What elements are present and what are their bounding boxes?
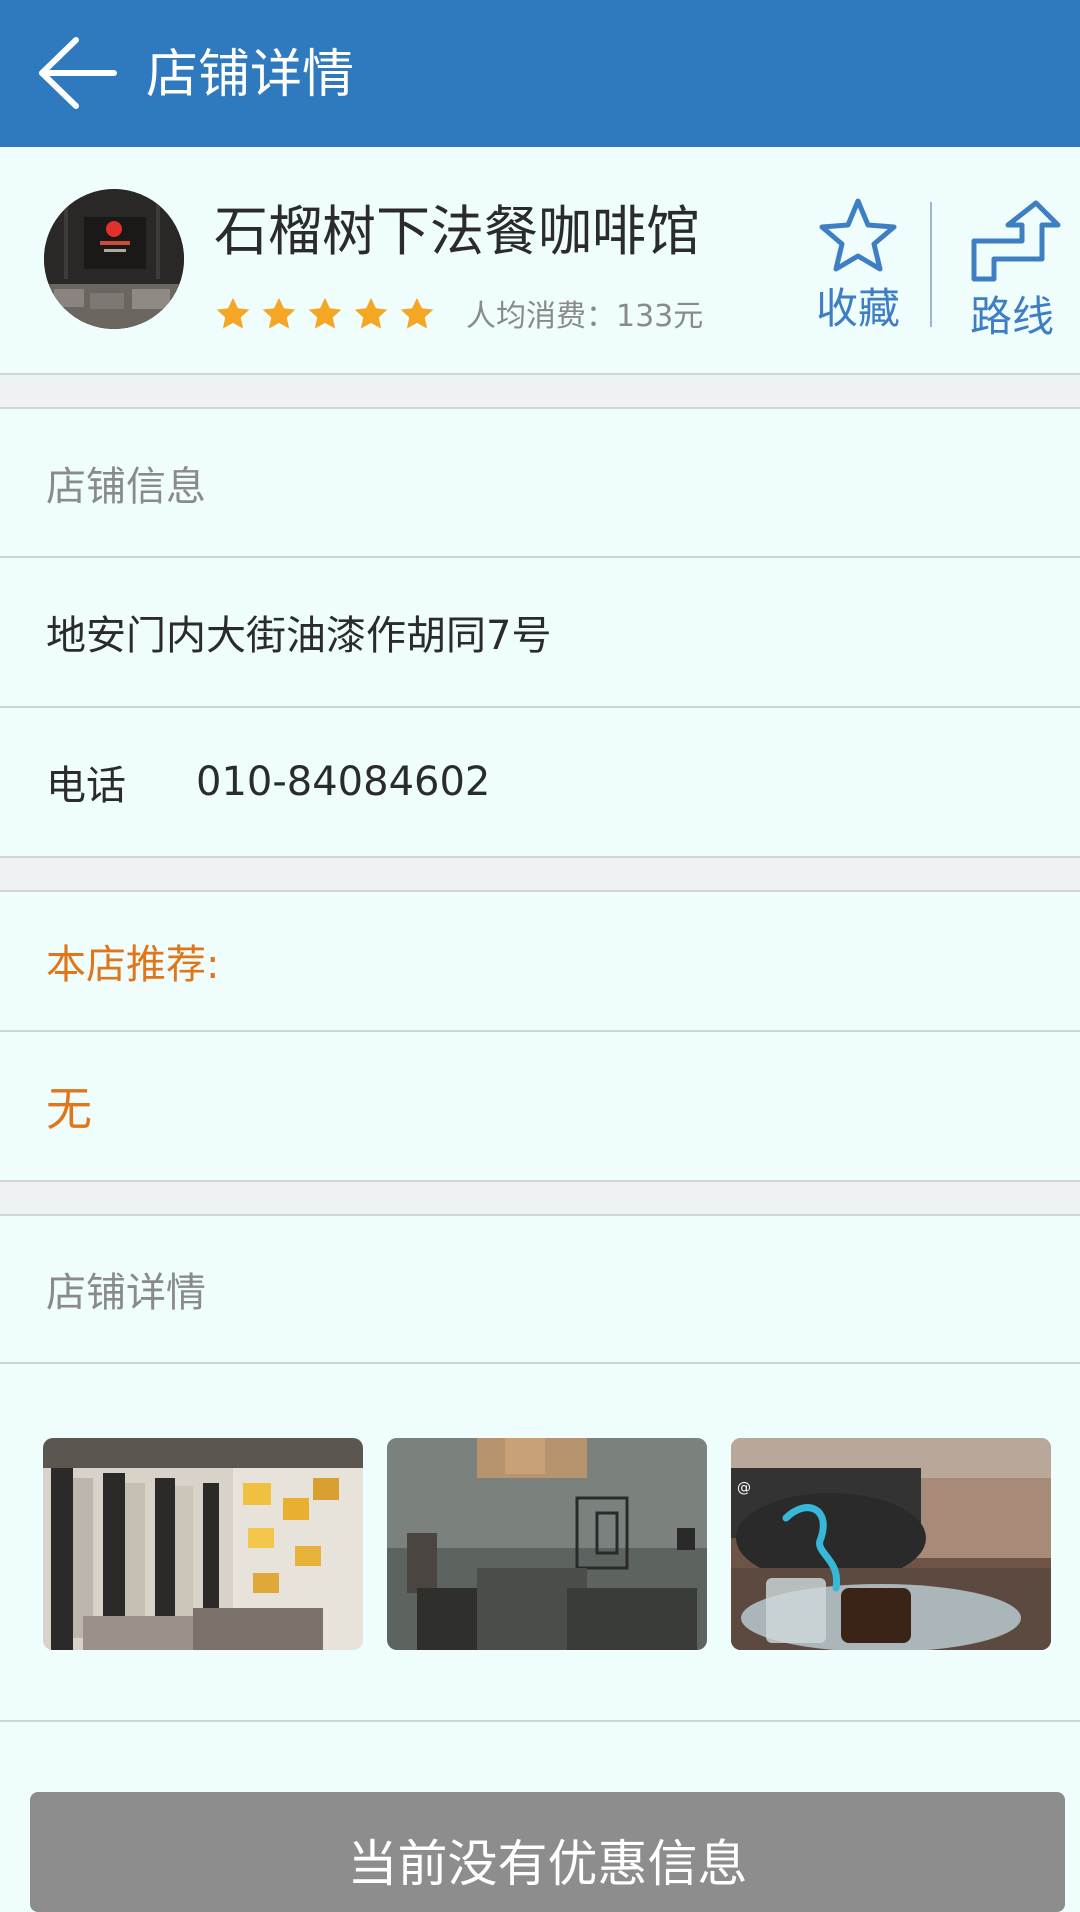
favorite-label: 收藏 (815, 284, 900, 333)
no-discount-button[interactable]: 当前没有优惠信息 (30, 1792, 1065, 1912)
photo-gallery: @ (0, 1364, 1080, 1722)
action-divider (930, 202, 932, 327)
section-gap (0, 858, 1080, 892)
shop-info-header: 店铺信息 (0, 409, 1080, 558)
star-icon (308, 297, 342, 329)
route-button[interactable]: 路线 (962, 199, 1062, 349)
svg-text:@: @ (737, 1480, 751, 1496)
phone-number: 010-84084602 (196, 759, 491, 805)
arrow-left-icon (39, 37, 117, 109)
app-bar: 店铺详情 (0, 0, 1080, 147)
recommend-header: 本店推荐: (0, 892, 1080, 1032)
star-icon (354, 297, 388, 329)
star-icon (216, 297, 250, 329)
star-icon (262, 297, 296, 329)
details-label: 店铺详情 (46, 1270, 206, 1316)
rating-stars (214, 295, 436, 337)
page-title: 店铺详情 (146, 45, 355, 105)
section-gap (0, 1182, 1080, 1216)
shop-header: 石榴树下法餐咖啡馆 人均消费：133元 收藏 路线 (0, 147, 1080, 375)
recommend-value-row: 无 (0, 1032, 1080, 1182)
section-gap (0, 375, 1080, 409)
star-outline-icon (819, 198, 897, 272)
shop-info-label: 店铺信息 (46, 463, 206, 510)
phone-label: 电话 (46, 763, 126, 809)
shop-avatar (44, 189, 184, 329)
shop-photo-1[interactable] (43, 1438, 363, 1650)
back-button[interactable] (38, 36, 118, 110)
recommend-value: 无 (46, 1082, 92, 1136)
favorite-button[interactable]: 收藏 (808, 195, 908, 345)
shop-photo-2[interactable] (387, 1438, 707, 1650)
star-icon (400, 297, 434, 329)
address-text: 地安门内大街油漆作胡同7号 (46, 613, 552, 659)
recommend-label: 本店推荐: (46, 942, 220, 988)
average-cost: 人均消费：133元 (466, 299, 704, 334)
route-turn-icon (971, 200, 1061, 282)
shop-name: 石榴树下法餐咖啡馆 (214, 200, 700, 263)
details-header: 店铺详情 (0, 1216, 1080, 1364)
shop-photo-3[interactable]: @ (731, 1438, 1051, 1650)
address-row[interactable]: 地安门内大街油漆作胡同7号 (0, 558, 1080, 708)
phone-row[interactable]: 电话 010-84084602 (0, 708, 1080, 858)
route-label: 路线 (969, 292, 1054, 341)
